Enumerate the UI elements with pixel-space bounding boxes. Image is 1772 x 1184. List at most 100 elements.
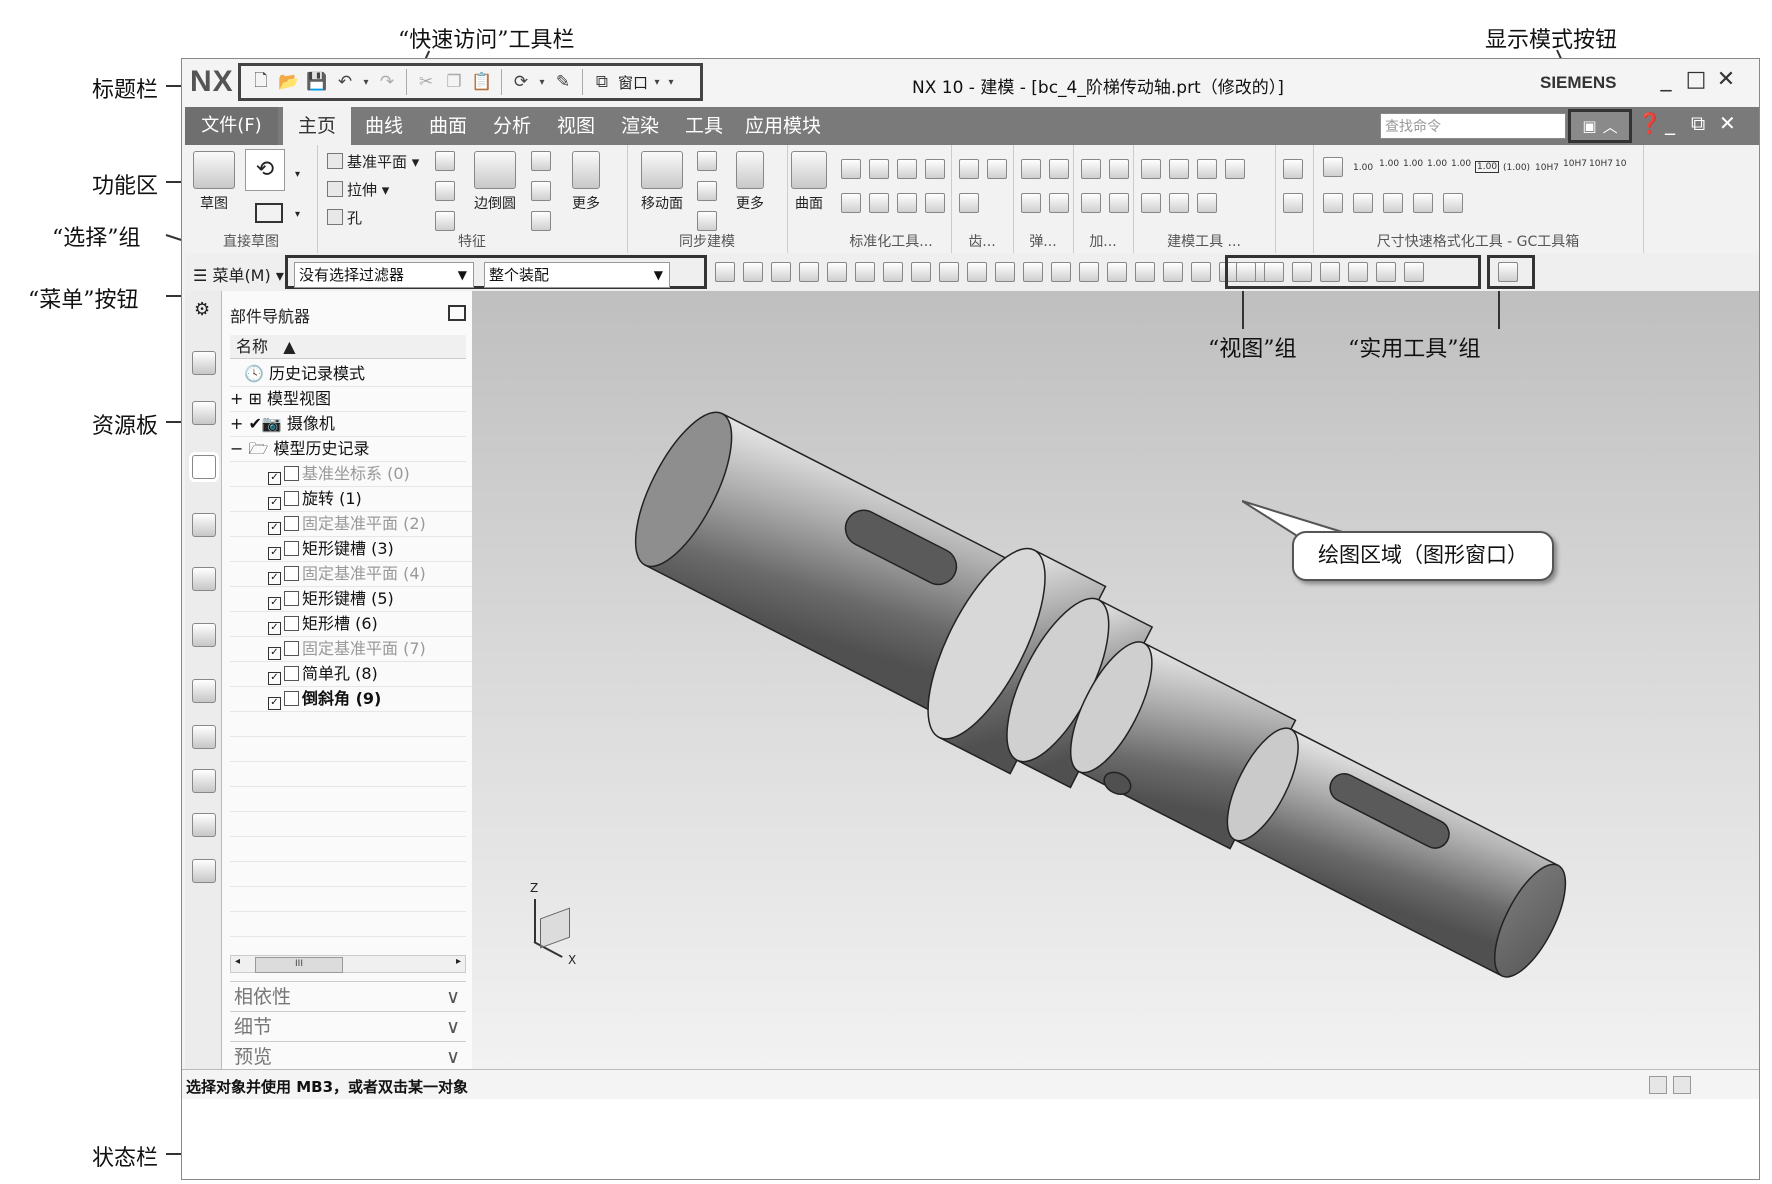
unite-icon[interactable] [435,151,455,171]
copy-icon[interactable]: ❐ [442,72,466,92]
dim-tool-icon[interactable] [1443,193,1463,213]
hole-button[interactable]: 孔 [327,207,362,228]
tool-icon[interactable] [897,193,917,213]
selection-scope-dropdown[interactable]: 整个装配 ▼ [484,262,670,288]
triangle-icon[interactable] [1141,159,1161,179]
dim-label[interactable]: 10H7 [1563,159,1587,169]
window-icon[interactable]: ⧉ [590,72,614,92]
dim-label[interactable]: 1.00 [1451,159,1471,169]
snap-point-icon[interactable] [1163,262,1183,282]
shell-icon[interactable] [435,181,455,201]
rectangle-icon[interactable] [255,203,283,223]
dim-label[interactable]: 10H7 [1589,159,1613,169]
offset-region-icon[interactable] [697,181,717,201]
undo-dropdown-icon[interactable]: ▾ [361,77,371,88]
pattern-icon[interactable] [435,211,455,231]
tree-node-feature[interactable]: ✓ 矩形键槽 (3) [230,536,504,562]
role-icon[interactable] [192,813,216,837]
tree-node-history-mode[interactable]: 🕓 历史记录模式 [230,361,480,387]
ribbon-display-icon[interactable]: ▣ [1582,117,1596,135]
tree-node-model-views[interactable]: + ⊞ 模型视图 [230,386,466,412]
orient-view-icon[interactable] [1320,262,1340,282]
open-file-icon[interactable]: 📂 [277,72,301,92]
search-icon[interactable]: ⌕ [1542,113,1552,133]
zoom-icon[interactable] [1264,262,1284,282]
snap-point-icon[interactable] [967,262,987,282]
select-tool-icon[interactable] [883,262,903,282]
tool-icon[interactable] [841,159,861,179]
tab-tools[interactable]: 工具 [673,107,735,145]
add-tool-icon[interactable] [1109,159,1129,179]
surface-button[interactable]: 曲面 [789,151,829,213]
fullscreen-icon[interactable] [1673,1076,1691,1094]
tree-node-model-history[interactable]: − 🗁 模型历史记录 [230,436,466,462]
save-icon[interactable]: 💾 [305,72,329,92]
snap-point-icon[interactable] [1135,262,1155,282]
assembly-navigator-icon[interactable] [192,351,216,375]
doc-minimize-button[interactable]: _ [1665,111,1675,135]
command-search-input[interactable]: 查找命令 [1380,113,1566,139]
checkbox[interactable]: ✓ [268,522,281,535]
scroll-thumb[interactable]: III [255,957,343,973]
dim-label[interactable]: 1.00 [1427,159,1447,169]
select-tool-icon[interactable] [715,262,735,282]
trim-body-icon[interactable] [531,181,551,201]
snap-point-icon[interactable] [1079,262,1099,282]
window-dropdown-icon[interactable]: ▾ [652,77,662,88]
web-browser-icon[interactable] [192,567,216,591]
pull-face-icon[interactable] [697,151,717,171]
tool-icon[interactable] [925,159,945,179]
snap-point-icon[interactable] [995,262,1015,282]
collapse-icon[interactable]: − [230,439,243,458]
render-style-icon[interactable] [1348,262,1368,282]
dim-label[interactable]: 1.00 [1379,159,1399,169]
graphics-window[interactable]: 绘图区域（图形窗口） “视图”组 “实用工具”组 Z X [472,291,1759,1069]
tab-home[interactable]: 主页 [283,107,351,145]
help-icon[interactable]: ❓ [1637,111,1662,135]
process-studio-icon[interactable] [192,725,216,749]
replace-face-icon[interactable] [697,211,717,231]
repeat-command-icon[interactable]: ⟳ [509,72,533,92]
new-file-icon[interactable]: 🗋 [249,68,273,97]
measure-icon[interactable] [1498,262,1518,282]
select-tool-icon[interactable] [911,262,931,282]
snap-point-icon[interactable] [1051,262,1071,282]
dim-tool-icon[interactable] [1413,193,1433,213]
redo-icon[interactable]: ↷ [375,72,399,92]
part-navigator-icon[interactable] [192,455,216,479]
modeling-tool-icon[interactable] [1225,159,1245,179]
customize-qat-icon[interactable]: ▾ [666,77,676,88]
history-clock-icon[interactable] [192,679,216,703]
cut-icon[interactable]: ✂ [414,72,438,92]
tool-icon[interactable] [869,159,889,179]
navigator-maximize-icon[interactable] [448,305,466,321]
checkbox[interactable]: ✓ [268,497,281,510]
tool-icon[interactable] [869,193,889,213]
scroll-right-icon[interactable]: ▸ [456,956,461,967]
checkbox[interactable]: ✓ [268,672,281,685]
dependencies-panel[interactable]: 相依性 ∨ [230,981,466,1011]
checkbox[interactable]: ✓ [268,647,281,660]
sketch-button[interactable]: 草图 [191,151,237,213]
shaded-icon[interactable] [1376,262,1396,282]
misc-tool-icon[interactable] [1283,159,1303,179]
draft-icon[interactable] [531,211,551,231]
tree-node-feature[interactable]: ✓ 固定基准平面 (4) [230,561,504,587]
sync-more-button[interactable]: 更多 [725,151,775,213]
select-tool-icon[interactable] [827,262,847,282]
preview-panel[interactable]: 预览 ∨ [230,1041,466,1071]
rotate-icon[interactable] [1292,262,1312,282]
constraint-navigator-icon[interactable] [192,401,216,425]
tree-node-feature[interactable]: ✓ 倒斜角 (9) [230,686,504,712]
file-menu-tab[interactable]: 文件(F) [185,107,278,145]
paste-icon[interactable]: 📋 [470,72,494,92]
fit-view-icon[interactable] [1236,262,1256,282]
tool-icon[interactable] [841,193,861,213]
spring-tool-icon[interactable] [1021,193,1041,213]
tab-applications[interactable]: 应用模块 [737,107,829,145]
history-palette-icon[interactable] [192,623,216,647]
modeling-tool-icon[interactable] [1197,159,1217,179]
minimize-button[interactable]: _ [1652,67,1680,92]
add-tool-icon[interactable] [1109,193,1129,213]
manufacturing-wizard-icon[interactable] [192,769,216,793]
